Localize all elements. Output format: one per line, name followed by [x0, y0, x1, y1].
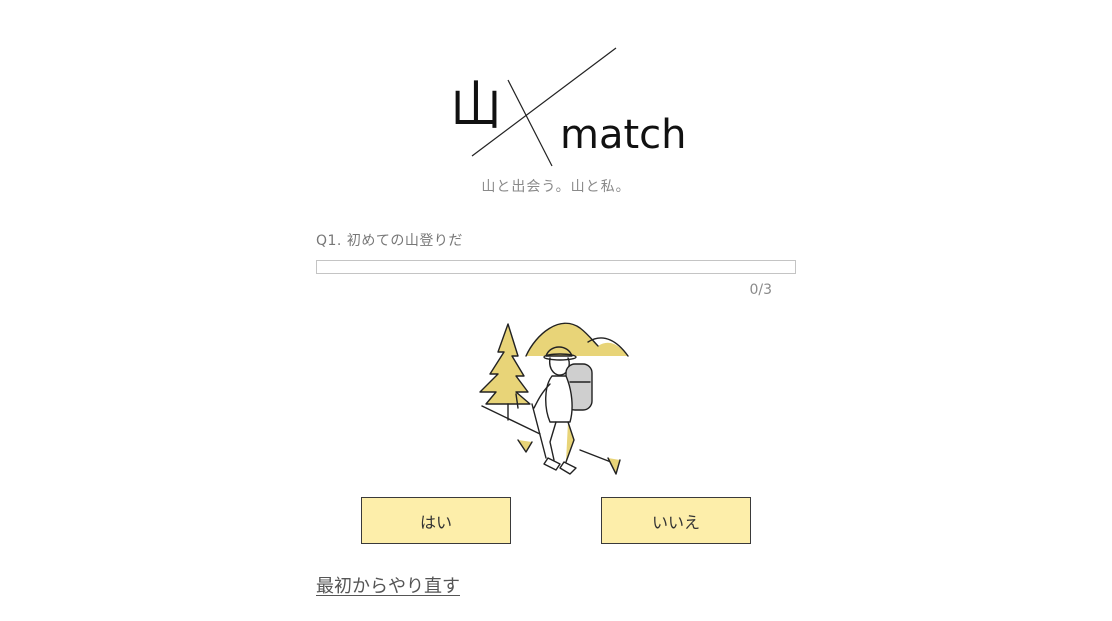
restart-link[interactable]: 最初からやり直す	[316, 572, 460, 598]
logo-word: match	[560, 112, 687, 158]
progress-count: 0/3	[749, 282, 772, 298]
mountain-shape	[526, 323, 628, 356]
boot-icon-2	[559, 461, 577, 475]
hiker-leg	[549, 421, 557, 461]
progress-bar	[316, 260, 796, 274]
hiker-illustration	[470, 312, 640, 482]
tree-icon	[479, 323, 531, 405]
yes-button[interactable]: はい	[361, 497, 511, 544]
hiker-body	[545, 375, 573, 423]
no-button[interactable]: いいえ	[601, 497, 751, 544]
tagline: 山と出会う。山と私。	[481, 179, 631, 195]
logo: 山 match	[440, 42, 700, 172]
logo-kanji: 山	[450, 77, 502, 137]
quiz-page: 山 match 山と出会う。山と私。 Q1. 初めての山登りだ 0/3 はい い…	[0, 0, 1112, 621]
hiker-leg-2	[565, 421, 575, 463]
boot-icon	[543, 457, 561, 471]
question-text: Q1. 初めての山登りだ	[316, 233, 463, 249]
ground-line	[481, 405, 541, 435]
logo-mark: 山 match	[450, 47, 687, 167]
grass-tuft-2	[607, 457, 621, 475]
grass-tuft	[517, 439, 533, 453]
